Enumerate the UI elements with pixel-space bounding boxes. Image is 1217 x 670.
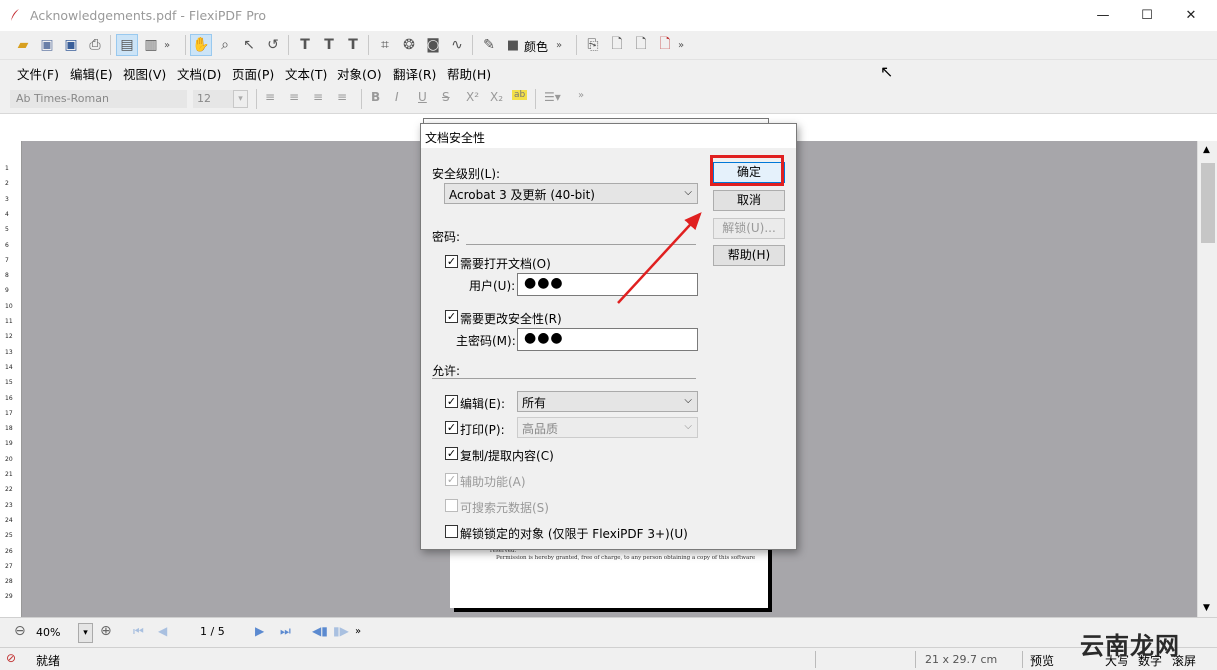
prev-page-icon[interactable]: ◀ — [158, 624, 167, 638]
page-size: 21 x 29.7 cm — [925, 653, 998, 666]
navigation-bar: ⊖ 40% ▾ ⊕ ⏮ ◀ 1 / 5 ▶ ⏭ ◀▮ ▮▶ » — [0, 617, 1217, 647]
status-ready: 就绪 — [36, 654, 61, 668]
back-icon[interactable]: ◀▮ — [312, 624, 328, 638]
zoom-in-icon[interactable]: ⊕ — [100, 623, 112, 639]
status-bar: ⊘ 就绪 21 x 29.7 cm 预览 大写 数字 滚屏 — [0, 647, 1217, 670]
page-indicator[interactable]: 1 / 5 — [200, 625, 225, 638]
forward-icon[interactable]: ▮▶ — [333, 624, 349, 638]
zoom-select[interactable]: 40% — [30, 623, 78, 643]
more-icon[interactable]: » — [355, 626, 361, 637]
last-page-icon[interactable]: ⏭ — [280, 624, 291, 639]
next-page-icon[interactable]: ▶ — [255, 624, 264, 638]
watermark-logo: 云南龙网 — [1080, 632, 1180, 660]
annotation-arrow-icon — [617, 212, 702, 304]
zoom-out-icon[interactable]: ⊖ — [14, 623, 26, 639]
status-icon: ⊘ — [6, 651, 17, 665]
chevron-down-icon[interactable]: ▾ — [78, 623, 93, 643]
preview-status: 预览 — [1030, 654, 1055, 668]
first-page-icon[interactable]: ⏮ — [133, 624, 144, 639]
